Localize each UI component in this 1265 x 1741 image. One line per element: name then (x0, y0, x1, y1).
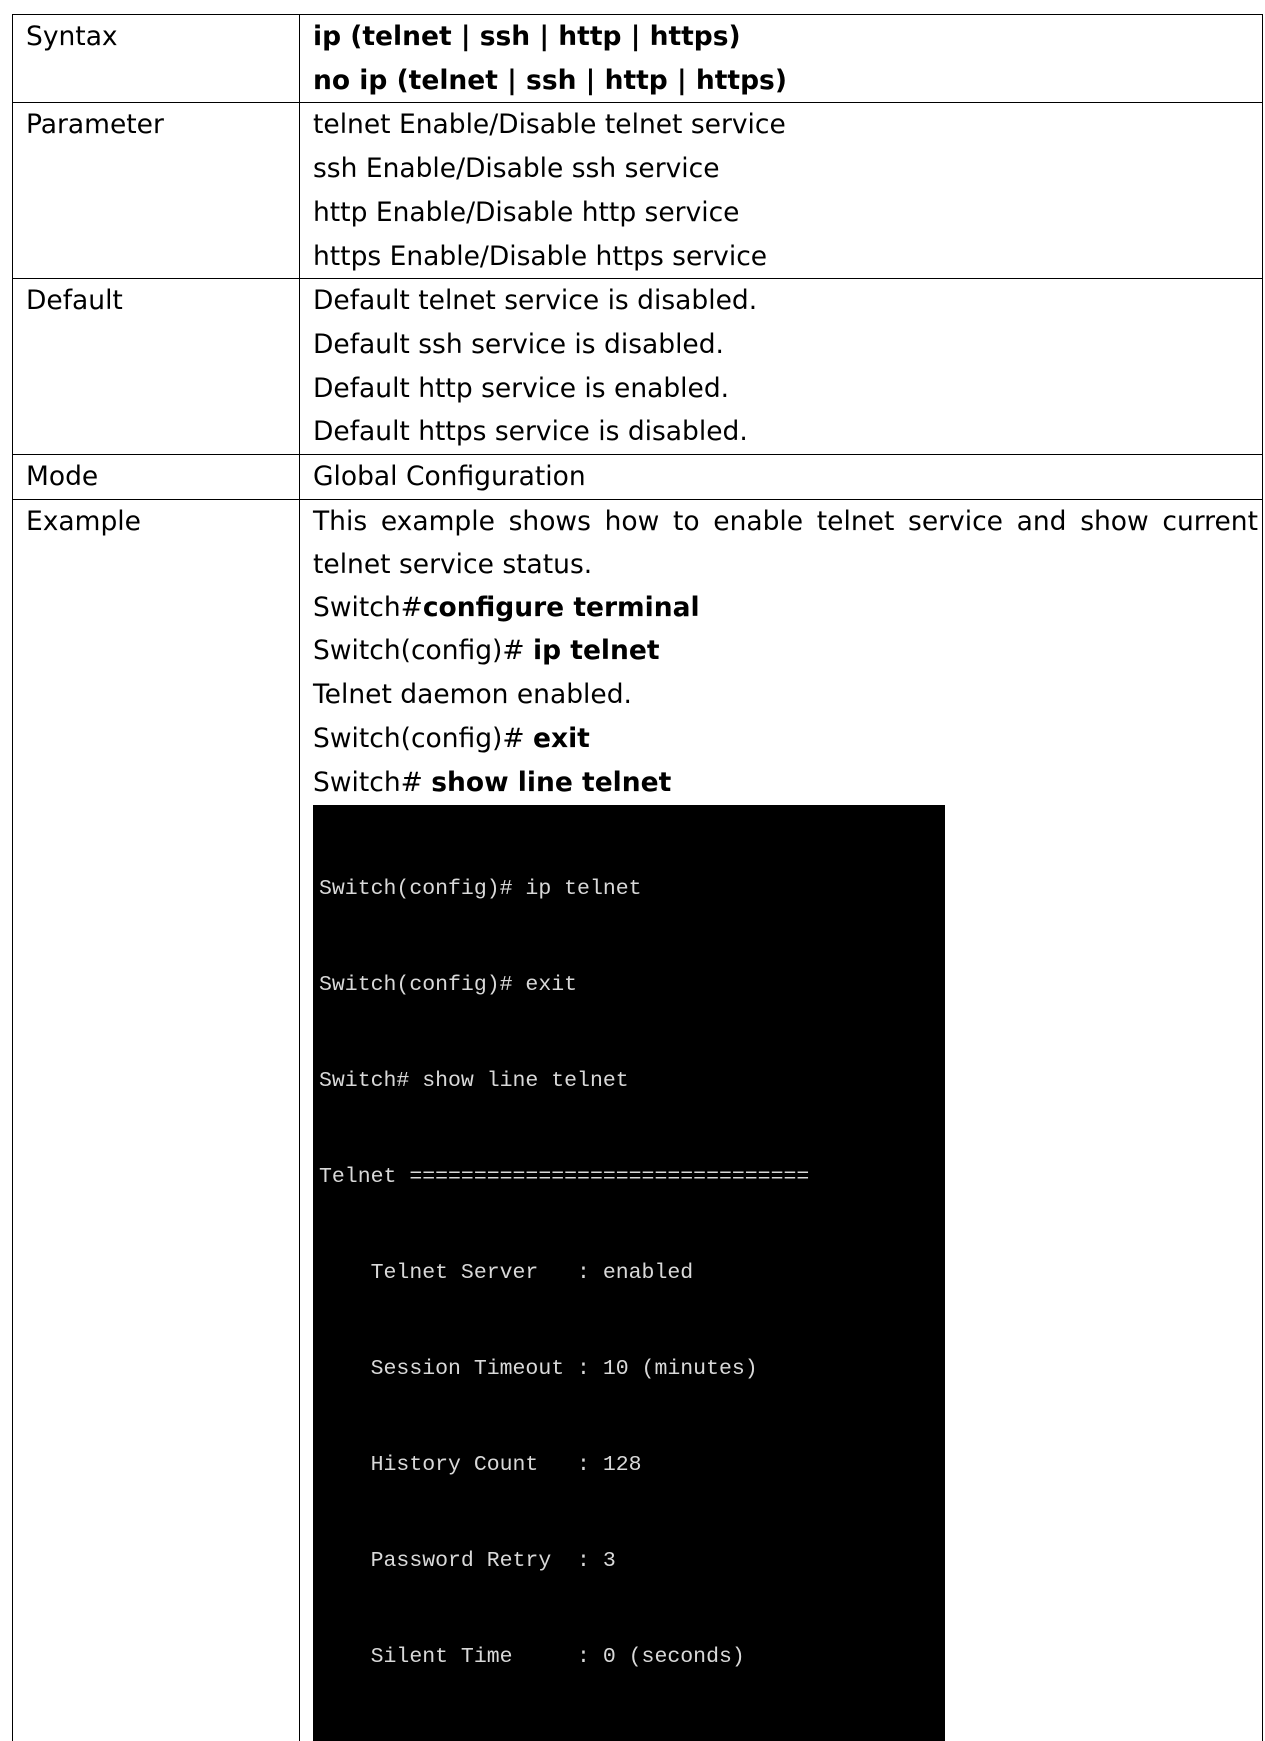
terminal-line: Switch# show line telnet (319, 1069, 629, 1094)
terminal-line: Telnet Server : enabled (319, 1261, 694, 1286)
cli-prompt: Switch# (313, 591, 423, 623)
example-step: Switch# show line telnet (313, 761, 1262, 805)
terminal-line: Silent Time : 0 (seconds) (319, 1645, 745, 1670)
example-step: Switch(config)# exit (313, 717, 1262, 761)
command-reference-table: Syntax ip (telnet | ssh | http | https) … (12, 13, 1263, 1741)
syntax-row: Syntax ip (telnet | ssh | http | https) … (12, 13, 1263, 104)
terminal-screenshot: Switch(config)# ip telnet Switch(config)… (313, 805, 945, 1741)
cli-command: show line telnet (431, 766, 672, 798)
syntax-cell: ip (telnet | ssh | http | https) no ip (… (299, 13, 1263, 104)
default-line: Default telnet service is disabled. (313, 285, 758, 317)
terminal-line: Telnet =============================== (319, 1165, 810, 1190)
example-step: Switch#configure terminal (313, 586, 1262, 630)
parameter-line: http Enable/Disable http service (313, 196, 740, 228)
syntax-line: no ip (telnet | ssh | http | https) (313, 64, 787, 96)
cli-output: Telnet daemon enabled. (313, 679, 632, 711)
terminal-line: Switch(config)# exit (319, 973, 578, 998)
row-label: Example (12, 498, 300, 1741)
row-label: Syntax (12, 13, 300, 104)
cli-command: ip telnet (533, 635, 660, 667)
parameter-line: telnet Enable/Disable telnet service (313, 109, 786, 141)
cli-command: configure terminal (422, 591, 700, 623)
syntax-line: ip (telnet | ssh | http | https) (313, 21, 741, 52)
default-line: Default ssh service is disabled. (313, 328, 724, 360)
mode-row: Mode Global Configuration (12, 454, 1263, 500)
cli-prompt: Switch(config)# (313, 635, 534, 667)
terminal-line: Password Retry : 3 (319, 1549, 616, 1574)
parameter-row: Parameter telnet Enable/Disable telnet s… (12, 102, 1263, 280)
example-cell: This example shows how to enable telnet … (299, 498, 1263, 1741)
example-step: Switch(config)# ip telnet (313, 629, 1262, 673)
cli-command: exit (533, 722, 590, 754)
default-cell: Default telnet service is disabled. Defa… (299, 278, 1263, 456)
row-label: Mode (12, 454, 300, 500)
parameter-line: https Enable/Disable https service (313, 240, 768, 272)
default-row: Default Default telnet service is disabl… (12, 278, 1263, 456)
terminal-line: Session Timeout : 10 (minutes) (319, 1357, 758, 1382)
mode-cell: Global Configuration (299, 454, 1263, 500)
cli-prompt: Switch(config)# (313, 722, 534, 754)
default-line: Default http service is enabled. (313, 372, 730, 404)
default-line: Default https service is disabled. (313, 416, 748, 448)
parameter-cell: telnet Enable/Disable telnet service ssh… (299, 102, 1263, 280)
example-description: This example shows how to enable telnet … (313, 505, 1258, 580)
terminal-line: Switch(config)# ip telnet (319, 877, 642, 902)
row-label: Default (12, 278, 300, 456)
row-label: Parameter (12, 102, 300, 280)
terminal-line: History Count : 128 (319, 1453, 642, 1478)
cli-prompt: Switch# (313, 766, 432, 798)
example-row: Example This example shows how to enable… (12, 498, 1263, 1741)
parameter-line: ssh Enable/Disable ssh service (313, 153, 720, 185)
